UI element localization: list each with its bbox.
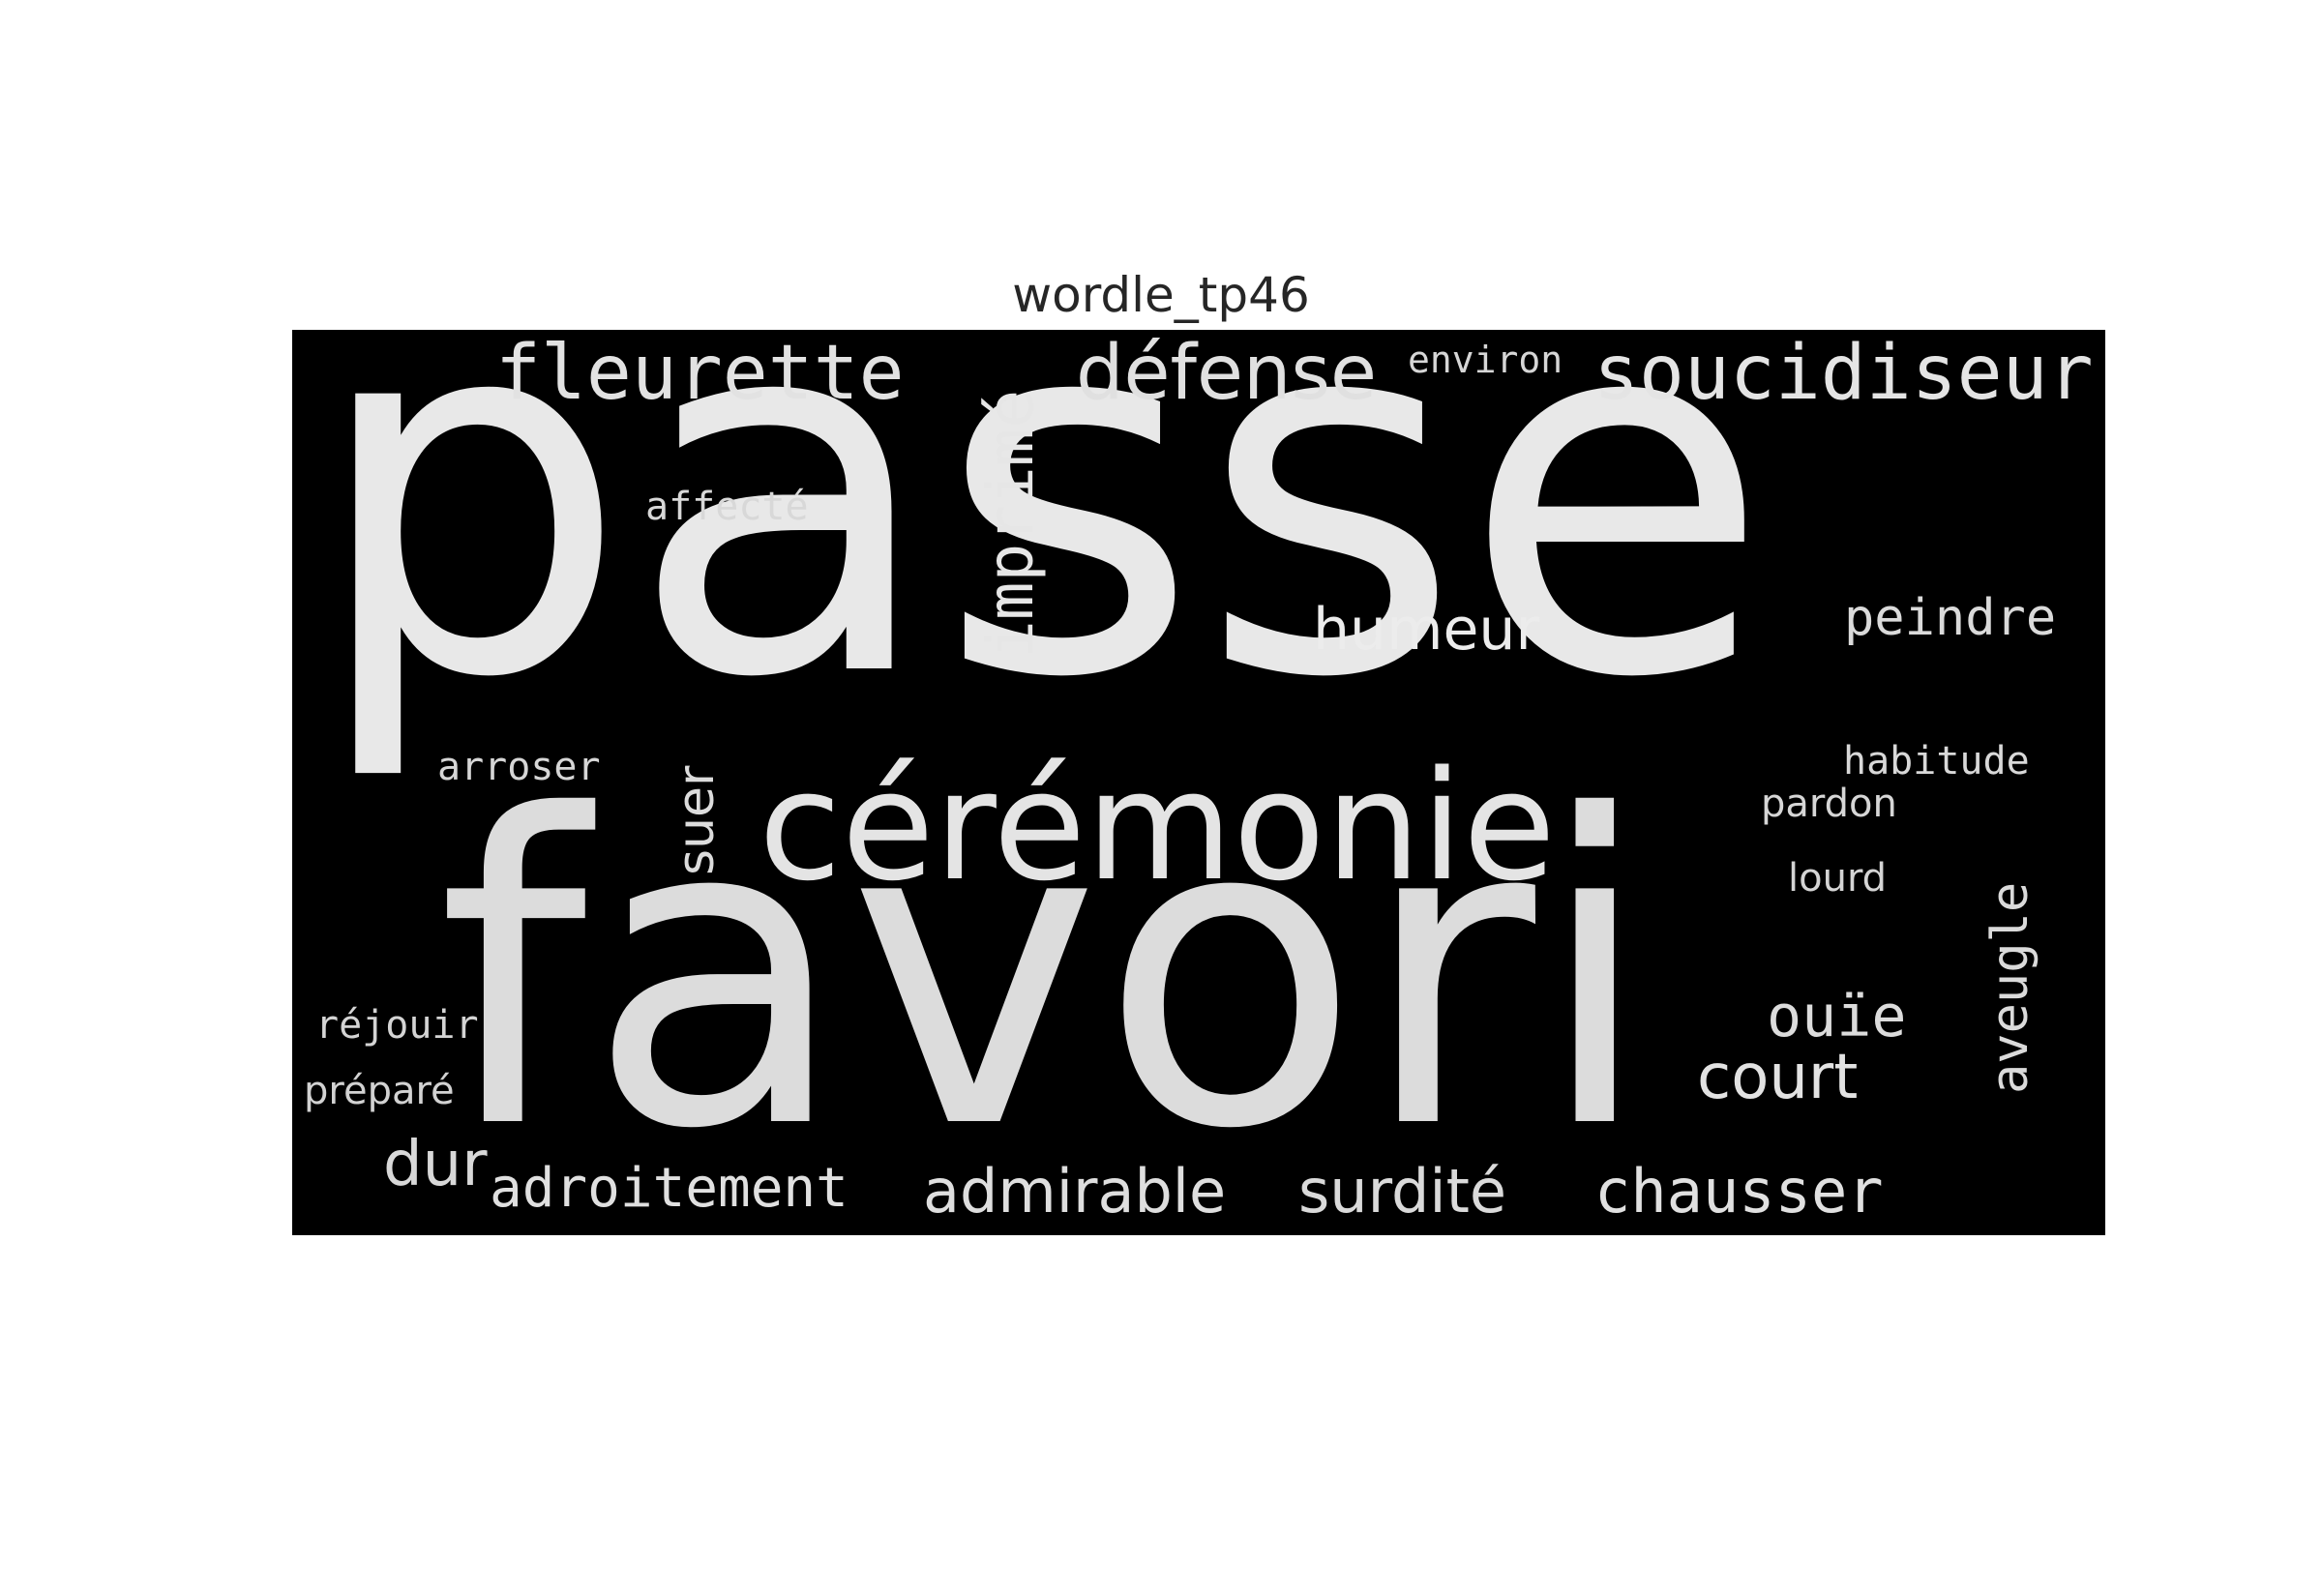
word-surdite: surdité	[1298, 1156, 1507, 1227]
figure: wordle_tp46 passe favori cérémonie fleur…	[0, 0, 2322, 1596]
word-cloud: passe favori cérémonie fleurette imprimé…	[292, 330, 2105, 1235]
word-soucidiseur: soucidiseur	[1593, 330, 2094, 417]
word-peindre: peindre	[1844, 589, 2057, 647]
word-habitude: habitude	[1843, 739, 2030, 783]
word-lourd: lourd	[1788, 856, 1888, 901]
word-fleurette: fleurette	[495, 330, 905, 417]
word-imprime: imprimé	[973, 389, 1048, 659]
word-pardon: pardon	[1761, 782, 1897, 826]
word-chausser: chausser	[1594, 1156, 1884, 1227]
word-rejouir: réjouir	[315, 1003, 479, 1048]
figure-title: wordle_tp46	[1012, 267, 1310, 323]
word-adroitement: adroitement	[490, 1157, 848, 1220]
word-aveugle: aveugle	[1981, 881, 2039, 1094]
word-affecte: affecté	[645, 485, 809, 529]
word-prepare: préparé	[304, 1069, 455, 1113]
word-humeur: humeur	[1313, 596, 1540, 664]
word-court: court	[1697, 1042, 1859, 1113]
word-ouie: ouïe	[1767, 983, 1907, 1050]
word-suer: suer	[668, 765, 726, 875]
word-ceremonie: cérémonie	[759, 738, 1557, 914]
word-arroser: arroser	[437, 745, 601, 789]
word-dur: dur	[383, 1129, 488, 1200]
word-environ: environ	[1408, 339, 1563, 381]
word-admirable: admirable	[923, 1156, 1227, 1227]
word-defense: défense	[1076, 330, 1378, 417]
